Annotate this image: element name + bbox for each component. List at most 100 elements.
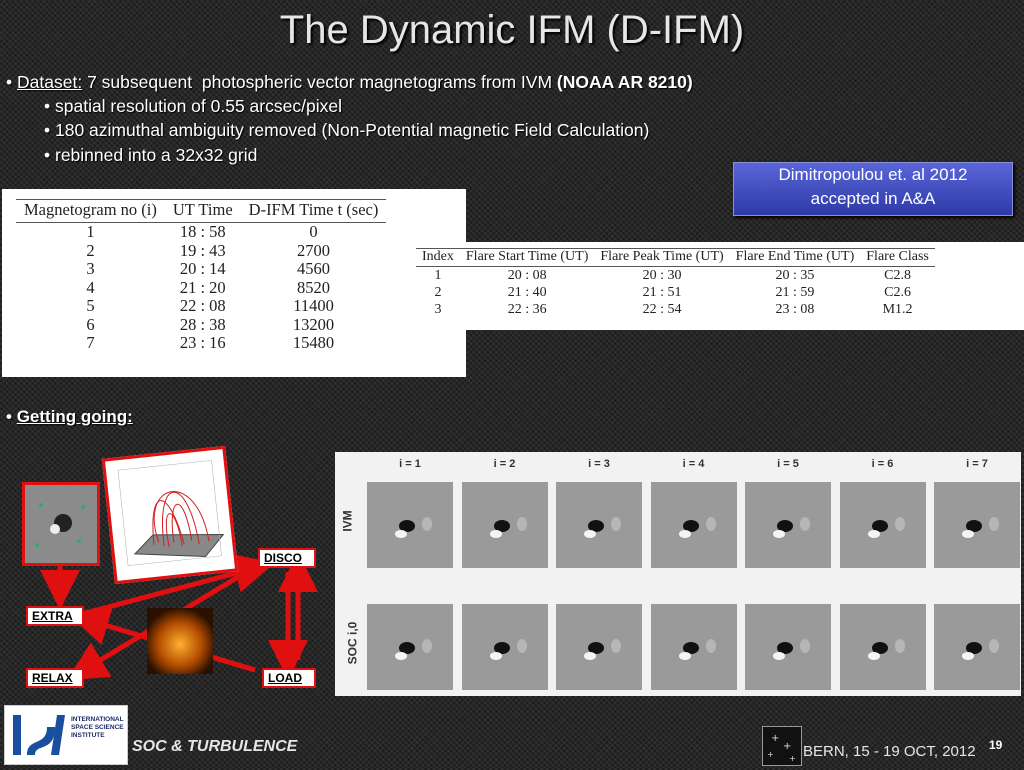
magnetogram-cell [367,604,453,690]
table2-cell: 22 : 54 [642,302,682,317]
table2-cell: 2 [434,285,442,300]
magnetogram-table: Magnetogram no (i) UT Time D-IFM Time t (s… [2,189,466,377]
magnetogram-cell [745,482,831,568]
table1-cell: 21 : 20 [179,277,226,297]
sub-bullet-ambiguity: • 180 azimuthal ambiguity removed (Non-P… [44,120,650,140]
load-label: LOAD [262,668,316,688]
grid-col-label: i = 6 [871,458,894,470]
table1-cell: 2700 [297,240,331,260]
row-label-ivm: IVM [340,510,355,532]
grid-col-label: i = 7 [966,458,988,470]
magnetogram-grid: i = 1i = 2i = 3i = 4i = 5i = 6i = 7 IVM … [335,452,1021,696]
dataset-label: Dataset: [17,72,83,92]
stars-logo: + + + + [762,726,802,766]
flare-row: 2 21 : 40 21 : 51 21 : 59 C2.6 [416,284,935,301]
table1-cell: 1 [86,222,95,241]
table2-cell: 21 : 40 [507,285,547,300]
flare-table: Index Flare Start Time (UT) Flare Peak Tim… [411,242,1024,330]
bullet-mark: • [6,72,13,92]
magnetogram-image [35,503,85,547]
table2-cell: M1.2 [882,302,913,317]
magnetogram-cell [461,482,548,568]
table2-cell: C2.8 [884,268,911,283]
slide-title: The Dynamic IFM (D-IFM) [279,8,745,52]
magnetogram-cell [839,604,926,690]
sub-bullet-resolution: • spatial resolution of 0.55 arcsec/pixe… [44,96,342,116]
magnetogram-row: 2 19 : 43 2700 [16,240,386,261]
table1-cell: 7 [86,333,95,352]
table1-header: D-IFM Time t (sec) [240,199,387,223]
relax-label: RELAX [26,668,84,688]
table2-cell: 20 : 35 [775,268,815,283]
table1-cell: 13200 [292,314,335,334]
table2-cell: 23 : 08 [775,302,815,317]
magnetogram-row: 5 22 : 08 11400 [16,296,386,316]
table2-cell: 3 [434,302,442,317]
dataset-bullet: • Dataset: 7 subsequent photospheric vec… [6,72,693,93]
flare-row: 1 20 : 08 20 : 30 20 : 35 C2.8 [416,267,935,285]
table1-cell: 15480 [292,333,335,352]
table1-cell: 28 : 38 [179,314,226,334]
table2-cell: 20 : 08 [507,268,547,283]
table1-cell: 4 [86,277,95,297]
magnetogram-row: 7 23 : 16 15480 [16,333,386,353]
magnetogram-row: 4 21 : 20 8520 [16,277,386,298]
issi-logo: INTERNATIONAL SPACE SCIENCE INSTITUTE [4,705,128,765]
magnetogram-cell [934,604,1020,690]
fieldlines-image [117,460,225,566]
footer-right: BERN, 15 - 19 OCT, 2012 [803,743,976,760]
table2-cell: 1 [434,268,442,283]
magnetogram-cell [650,482,737,568]
magnetogram-row: 6 28 : 38 13200 [16,314,386,335]
sub-bullet-rebinned: • rebinned into a 32x32 grid [44,145,258,165]
table2-cell: 21 : 51 [642,285,682,300]
flare-row: 3 22 : 36 22 : 54 23 : 08 M1.2 [416,301,935,318]
table2-cell: 21 : 59 [775,285,815,300]
table1-cell: 19 : 43 [179,240,226,260]
grid-col-label: i = 1 [399,458,421,470]
page-number: 19 [989,738,1003,752]
table1-cell: 11400 [293,296,334,315]
solar-flare-image [147,608,213,674]
disco-label: DISCO [258,548,316,568]
grid-col-label: i = 5 [777,458,799,470]
dataset-text: 7 subsequent photospheric vector magneto… [82,72,557,92]
magnetogram-row: 3 20 : 14 4560 [16,259,386,279]
svg-text:+: + [783,741,791,752]
magnetogram-cell [556,482,642,568]
table2-header: Flare End Time (UT) [729,248,861,267]
table2-header: Flare Start Time (UT) [459,248,595,267]
svg-text:+: + [767,750,774,759]
getting-going-heading: • Getting going: [6,407,133,427]
bullet-mark: • [6,407,12,426]
table1-cell: 6 [86,314,95,334]
table1-cell: 4560 [297,259,331,278]
citation-line2: accepted in A&A [810,189,936,208]
table1-cell: 20 : 14 [179,259,226,278]
magnetogram-cell [745,604,831,690]
magnetogram-row: 1 18 : 58 0 [16,222,386,242]
grid-col-label: i = 4 [682,458,705,470]
stars-icon: + + + + [767,733,796,763]
table2-header: Index [416,248,460,267]
magnetogram-cell [461,604,548,690]
table1-cell: 23 : 16 [179,333,226,352]
table1-header: Magnetogram no (i) [16,199,165,223]
table1-cell: 0 [309,222,318,241]
table2-cell: C2.6 [884,285,911,300]
dataset-region: (NOAA AR 8210) [556,72,693,92]
table1-cell: 5 [86,296,95,315]
grid-col-label: i = 3 [588,458,610,470]
magnetogram-cell [934,482,1020,568]
footer-left: SOC & TURBULENCE [132,738,298,755]
magnetogram-thumbnail [22,482,100,566]
magnetogram-cell [839,482,926,568]
issi-logo-text: INTERNATIONAL SPACE SCIENCE INSTITUTE [71,716,124,739]
citation-box: Dimitropoulou et. al 2012 accepted in A&… [733,162,1013,216]
issi-logo-mark [13,715,65,755]
table2-header: Flare Class [860,248,935,267]
svg-text:+: + [771,733,779,744]
svg-text:+: + [789,754,796,763]
table2-cell: 20 : 30 [642,268,682,283]
table2-cell: 22 : 36 [507,302,547,317]
